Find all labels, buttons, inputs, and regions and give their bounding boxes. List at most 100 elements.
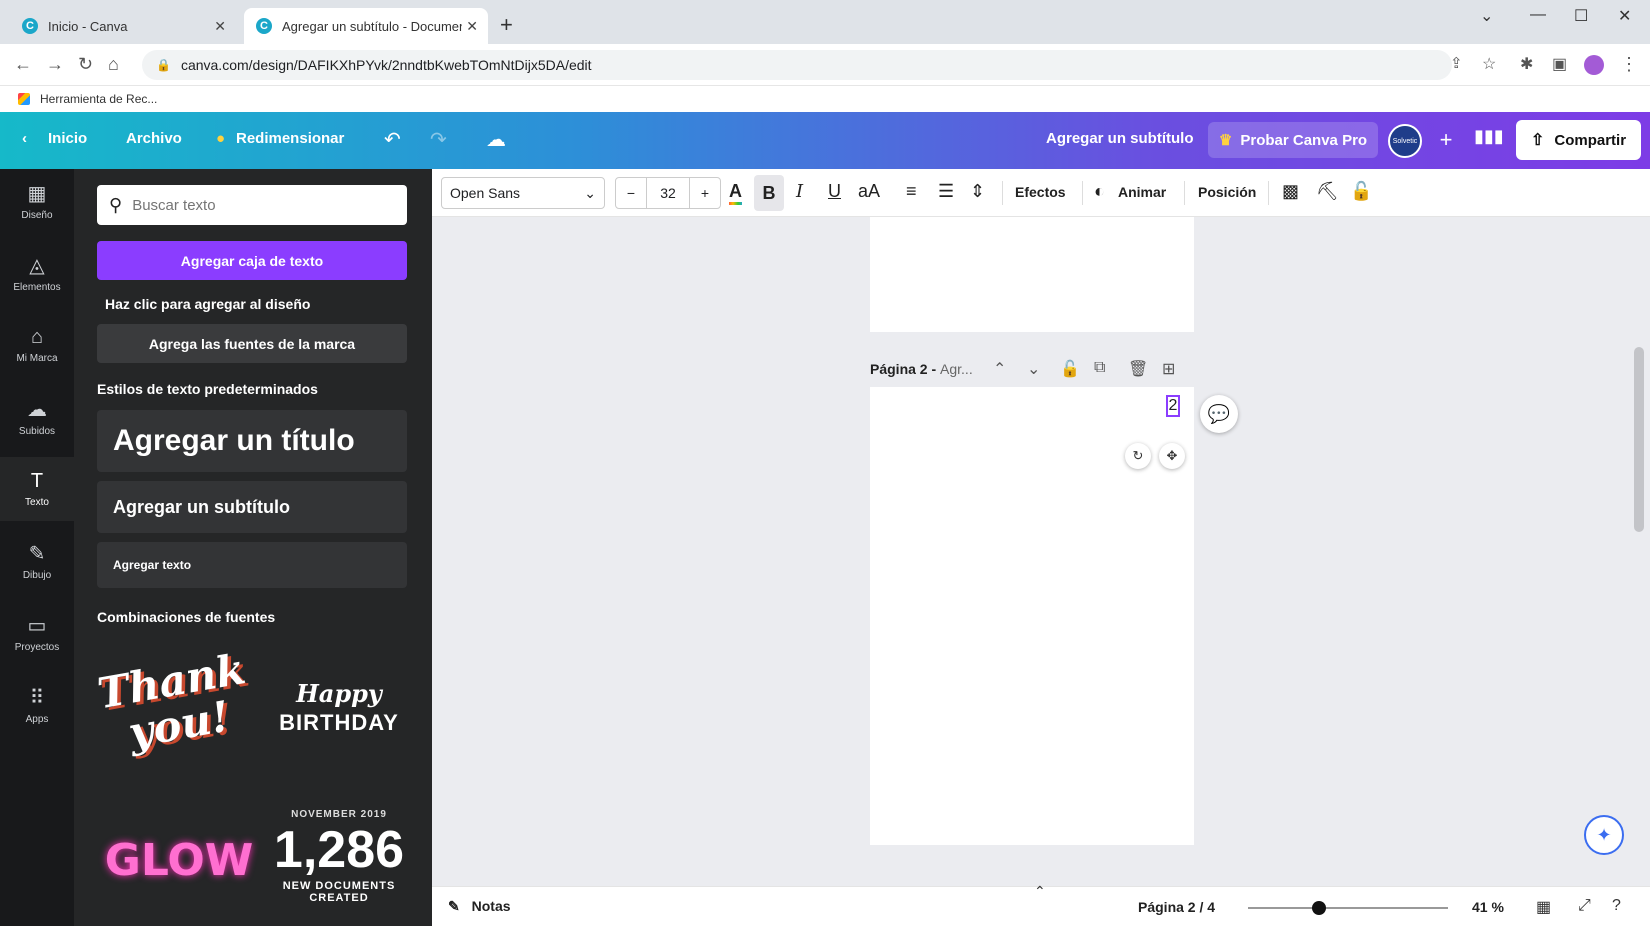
brand-fonts-button[interactable]: Agrega las fuentes de la marca	[97, 324, 407, 363]
minimize-icon[interactable]: —	[1530, 6, 1546, 24]
add-body-text-card[interactable]: Agregar texto	[97, 542, 407, 588]
new-tab-icon[interactable]: +	[500, 12, 513, 38]
sidebar-icon[interactable]: ▣	[1552, 54, 1567, 74]
notes-button[interactable]: ✎ Notas	[448, 898, 511, 915]
rail-item-design[interactable]: ▦ Diseño	[0, 169, 74, 233]
add-comment-button[interactable]: 💬	[1200, 395, 1238, 433]
page-up-chevron-icon[interactable]: ⌃	[993, 359, 1006, 379]
grid-view-icon[interactable]: ▦	[1536, 897, 1551, 917]
browser-tab-document[interactable]: C Agregar un subtítulo - Documen ✕	[244, 8, 488, 44]
search-input[interactable]	[132, 196, 383, 214]
increase-size-button[interactable]: +	[690, 185, 720, 201]
close-icon[interactable]: ✕	[214, 18, 226, 35]
forward-icon[interactable]: →	[46, 54, 64, 75]
rail-item-apps[interactable]: ⠿ Apps	[0, 673, 74, 737]
page-number-textbox[interactable]: 2	[1166, 395, 1180, 417]
rail-item-elements[interactable]: ◬ Elementos	[0, 241, 74, 305]
font-size-stepper: − 32 +	[615, 177, 721, 209]
search-box[interactable]: ⚲	[97, 185, 407, 225]
add-page-icon[interactable]: ⊞	[1162, 359, 1175, 379]
zoom-value[interactable]: 41 %	[1472, 899, 1504, 915]
bookmark-item[interactable]: Herramienta de Rec...	[40, 92, 157, 106]
cloud-saved-icon[interactable]: ☁	[486, 127, 506, 152]
text-color-icon[interactable]: A	[729, 181, 742, 205]
redo-icon[interactable]: ↷	[430, 127, 447, 152]
fullscreen-icon[interactable]: ⤢	[1578, 897, 1591, 915]
bold-icon[interactable]: B	[754, 175, 784, 211]
home-button[interactable]: Inicio	[48, 130, 87, 147]
zoom-slider-thumb[interactable]	[1312, 901, 1326, 915]
combo-glow[interactable]: GLOW	[104, 835, 254, 915]
add-textbox-button[interactable]: Agregar caja de texto	[97, 241, 407, 280]
share-page-icon[interactable]: ⇪	[1450, 54, 1463, 72]
page-lock-icon[interactable]: 🔓	[1060, 359, 1080, 379]
help-icon[interactable]: ?	[1612, 897, 1621, 915]
bookmark-star-icon[interactable]: ☆	[1482, 54, 1496, 74]
add-people-button[interactable]: +	[1429, 122, 1463, 158]
rail-item-brand[interactable]: ⌂ Mi Marca	[0, 313, 74, 377]
duplicate-page-icon[interactable]: ⧉	[1094, 359, 1105, 377]
decrease-size-button[interactable]: −	[616, 185, 646, 201]
back-icon[interactable]: ←	[14, 54, 32, 75]
url-field[interactable]: 🔒 canva.com/design/DAFIKXhPYvk/2nndtbKwe…	[142, 50, 1452, 80]
page-1[interactable]	[870, 217, 1194, 332]
extensions-icon[interactable]: ✱	[1520, 54, 1533, 74]
rail-item-text[interactable]: T Texto	[0, 457, 74, 521]
add-subtitle-card[interactable]: Agregar un subtítulo	[97, 481, 407, 533]
file-menu-button[interactable]: Archivo	[126, 130, 182, 147]
font-family-select[interactable]: Open Sans ⌄	[441, 177, 605, 209]
page-down-chevron-icon[interactable]: ⌄	[1027, 359, 1040, 379]
italic-icon[interactable]: I	[796, 181, 803, 202]
share-button[interactable]: ⇧ Compartir	[1516, 120, 1641, 160]
reload-icon[interactable]: ↻	[78, 54, 93, 75]
rail-item-uploads[interactable]: ☁ Subidos	[0, 385, 74, 449]
delete-page-icon[interactable]: 🗑	[1128, 359, 1148, 379]
page-2-label[interactable]: Página 2 - Agr...	[870, 361, 973, 377]
animate-button[interactable]: Animar	[1118, 184, 1166, 200]
spacing-icon[interactable]: ⇕	[970, 181, 985, 202]
paint-format-icon[interactable]: ⛏	[1316, 181, 1339, 202]
team-avatar[interactable]: Solvetic	[1388, 124, 1422, 158]
chevron-up-icon[interactable]: ⌃	[1034, 883, 1046, 900]
rail-label: Dibujo	[22, 570, 52, 581]
resize-button[interactable]: Redimensionar	[236, 130, 344, 147]
maximize-icon[interactable]: ☐	[1574, 6, 1588, 26]
home-icon[interactable]: ⌂	[108, 54, 119, 75]
combo-happy-birthday[interactable]: Happy BIRTHDAY	[264, 679, 414, 779]
brand-icon: ⌂	[30, 326, 44, 348]
close-icon[interactable]: ✕	[466, 18, 478, 35]
browser-tab-inicio[interactable]: C Inicio - Canva ✕	[10, 8, 236, 44]
magic-assistant-button[interactable]: ✦	[1584, 815, 1624, 855]
transparency-icon[interactable]: ▩	[1282, 181, 1299, 202]
position-button[interactable]: Posición	[1198, 184, 1256, 200]
align-center-icon[interactable]: ≡	[906, 181, 917, 202]
profile-avatar[interactable]	[1584, 55, 1604, 75]
tab-search-chevron-icon[interactable]: ⌄	[1480, 6, 1493, 26]
rail-item-projects[interactable]: ▭ Proyectos	[0, 601, 74, 665]
browser-menu-icon[interactable]: ⋮	[1620, 54, 1638, 75]
underline-icon[interactable]: U	[828, 181, 841, 202]
vertical-scrollbar[interactable]	[1634, 347, 1644, 532]
combo-line: CREATED	[309, 892, 369, 904]
add-title-card[interactable]: Agregar un título	[97, 410, 407, 472]
try-pro-button[interactable]: ♛ Probar Canva Pro	[1208, 122, 1378, 158]
combo-line: NEW DOCUMENTS	[282, 880, 396, 892]
letter-case-icon[interactable]: aA	[858, 181, 880, 202]
move-icon[interactable]: ✥	[1159, 443, 1185, 469]
zoom-slider-track[interactable]	[1248, 907, 1448, 909]
undo-icon[interactable]: ↶	[384, 127, 401, 152]
rotate-icon[interactable]: ↻	[1125, 443, 1151, 469]
effects-button[interactable]: Efectos	[1015, 184, 1066, 200]
page-indicator[interactable]: Página 2 / 4	[1138, 899, 1215, 915]
list-icon[interactable]: ☰	[938, 181, 954, 202]
combo-thank-you[interactable]: Thank you!	[94, 644, 264, 801]
window-close-icon[interactable]: ✕	[1618, 6, 1631, 26]
font-size-value[interactable]: 32	[646, 178, 690, 208]
lock-icon[interactable]: 🔓	[1350, 181, 1372, 202]
insights-chart-icon[interactable]: ▮▮▮	[1474, 126, 1504, 147]
document-title[interactable]: Agregar un subtítulo	[1046, 130, 1194, 147]
rail-item-draw[interactable]: ✎ Dibujo	[0, 529, 74, 593]
combo-stats[interactable]: NOVEMBER 2019 1,286 NEW DOCUMENTS CREATE…	[264, 809, 414, 926]
page-2[interactable]: 2 ↻ ✥	[870, 387, 1194, 845]
back-chevron-icon[interactable]: ‹	[22, 130, 27, 147]
